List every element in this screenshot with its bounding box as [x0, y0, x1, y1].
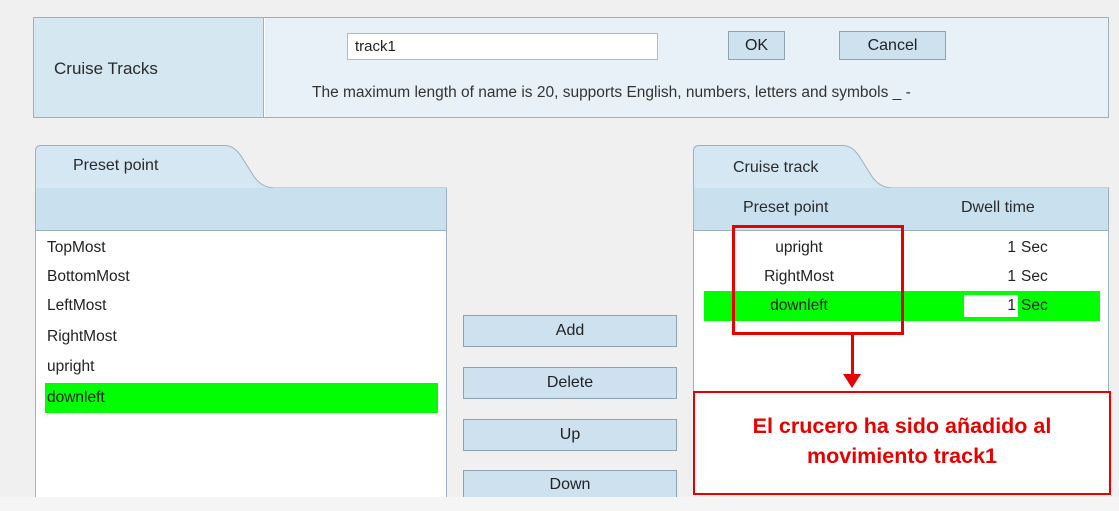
cancel-button[interactable]: Cancel — [839, 31, 946, 60]
track-name-input[interactable] — [347, 33, 658, 60]
arrow-down-icon — [843, 374, 861, 388]
annotation-callout: El crucero ha sido añadido al movimiento… — [693, 391, 1111, 495]
cruise-tracks-label: Cruise Tracks — [54, 59, 158, 78]
cruise-track-tab[interactable]: Cruise track — [693, 145, 1109, 189]
bottom-strip — [0, 497, 1119, 511]
annotation-highlight-box — [732, 225, 904, 335]
dwell-unit: Sec — [1021, 239, 1048, 256]
preset-point-tab[interactable]: Preset point — [35, 145, 447, 189]
cruise-tab-title: Cruise track — [733, 159, 819, 176]
callout-line-1: El crucero ha sido añadido al — [752, 414, 1052, 438]
preset-item-bottommost[interactable]: BottomMost — [45, 262, 438, 292]
annotation-arrow-line — [851, 335, 854, 377]
delete-button[interactable]: Delete — [463, 367, 677, 399]
cruise-tracks-content: OK Cancel The maximum length of name is … — [265, 18, 1108, 117]
dwell-value: 1 — [1007, 239, 1016, 256]
add-button[interactable]: Add — [463, 315, 677, 347]
cruise-tracks-label-cell: Cruise Tracks — [34, 18, 264, 117]
preset-item-leftmost[interactable]: LeftMost — [45, 291, 438, 321]
preset-item-topmost[interactable]: TopMost — [45, 233, 438, 263]
callout-line-2: movimiento track1 — [807, 444, 997, 468]
preset-list-header — [35, 188, 447, 230]
cruise-list-header: Preset point Dwell time — [693, 188, 1109, 230]
name-length-hint: The maximum length of name is 20, suppor… — [312, 84, 911, 101]
col-preset-point: Preset point — [743, 199, 829, 216]
dwell-unit: Sec — [1021, 268, 1048, 285]
cruise-tracks-panel: Cruise Tracks OK Cancel The maximum leng… — [33, 17, 1109, 118]
dwell-value: 1 — [1007, 268, 1016, 285]
preset-point-list: TopMost BottomMost LeftMost RightMost up… — [35, 230, 447, 500]
preset-tab-title: Preset point — [73, 157, 159, 174]
dwell-time-input[interactable]: 1 — [964, 295, 1018, 317]
preset-item-downleft[interactable]: downleft — [45, 383, 438, 413]
preset-item-upright[interactable]: upright — [45, 352, 438, 382]
up-button[interactable]: Up — [463, 419, 677, 451]
col-dwell-time: Dwell time — [961, 199, 1035, 216]
preset-item-rightmost[interactable]: RightMost — [45, 322, 438, 352]
ok-button[interactable]: OK — [728, 31, 785, 60]
dwell-unit: Sec — [1021, 297, 1048, 314]
down-button[interactable]: Down — [463, 470, 677, 500]
